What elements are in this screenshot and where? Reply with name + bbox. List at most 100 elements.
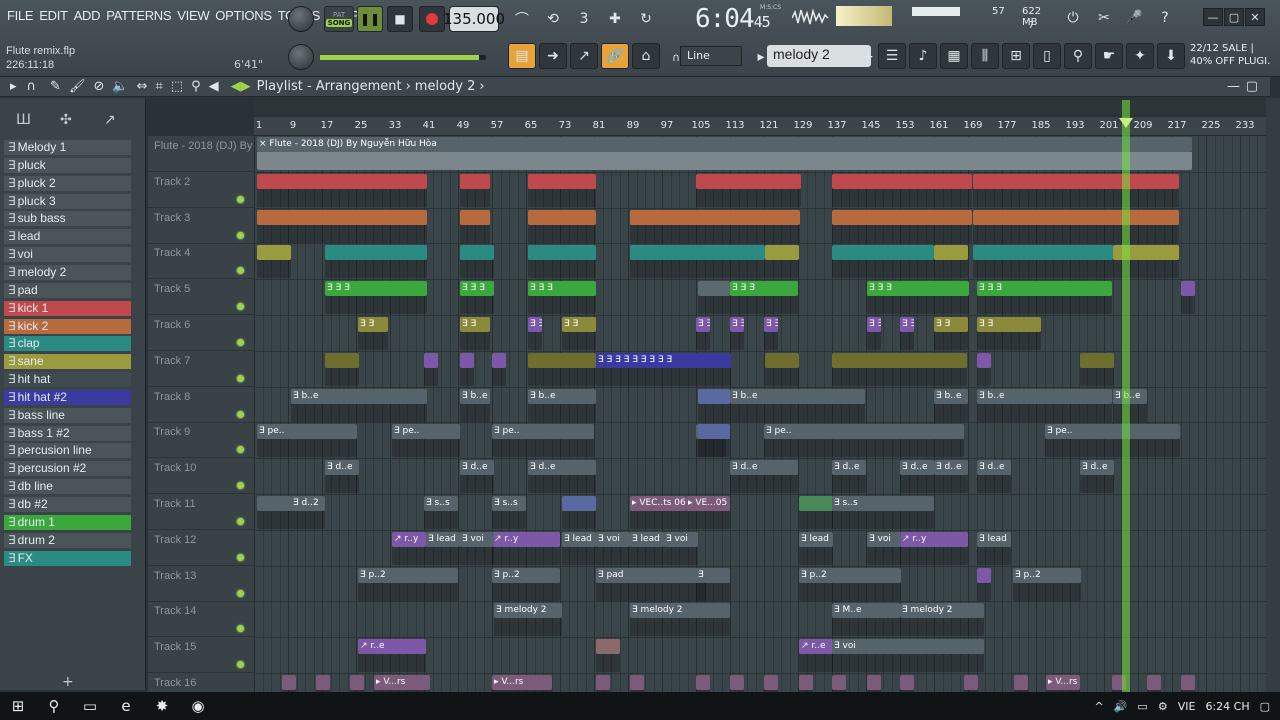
news-panel[interactable]: 22/12 SALE | 40% OFF PLUGI.: [1190, 42, 1270, 68]
db-clip[interactable]: ∃ d..e: [1080, 460, 1114, 476]
download-icon[interactable]: ⬇: [1157, 43, 1185, 69]
kick2-clip[interactable]: [973, 209, 1179, 225]
countdown-icon[interactable]: 3: [572, 7, 596, 31]
clipboard-icon[interactable]: ▯: [1033, 43, 1061, 69]
lead-clip[interactable]: ∃ lead: [562, 531, 596, 547]
perc-clip[interactable]: ∃ pe..: [492, 424, 594, 440]
slip-icon[interactable]: ⇔: [137, 79, 148, 94]
playhead[interactable]: [1122, 100, 1130, 692]
search-icon[interactable]: ⚲: [36, 692, 72, 720]
metronome-icon[interactable]: ⌒: [510, 7, 534, 31]
sane-clip[interactable]: [934, 245, 968, 261]
bass-clip[interactable]: ∃ b..e: [934, 388, 968, 404]
audio-clip[interactable]: ▸ VEC..ts 06: [630, 496, 686, 511]
track-enable-led[interactable]: [237, 482, 244, 490]
pause-button[interactable]: ❚❚: [357, 6, 383, 32]
track-header[interactable]: Track 12: [148, 530, 254, 566]
pattern-item[interactable]: ∃ FX: [4, 550, 131, 566]
battery-icon[interactable]: ▭: [1137, 700, 1147, 713]
pattern-item[interactable]: ∃ db line: [4, 479, 131, 495]
pattern-item[interactable]: ∃ pluck: [4, 157, 131, 173]
lead-clip[interactable]: ∃ lead: [630, 531, 664, 547]
track-enable-led[interactable]: [237, 374, 244, 382]
automation-clip[interactable]: [562, 496, 596, 511]
pluck-clip[interactable]: ∃ p..2: [1013, 567, 1081, 583]
piano-roll-icon[interactable]: ♪: [909, 43, 937, 69]
fx-clip[interactable]: ▸ V...rs: [374, 675, 430, 690]
mixer-icon[interactable]: ⫼: [971, 43, 999, 69]
sane-clip[interactable]: [765, 245, 799, 261]
pluck-clip[interactable]: ∃ p..2: [492, 567, 560, 583]
track-header[interactable]: Track 15: [148, 637, 254, 674]
snap-select[interactable]: Line: [680, 46, 742, 66]
track-enable-led[interactable]: [237, 518, 244, 525]
kick-clip[interactable]: [696, 173, 801, 189]
track-header[interactable]: Track 5: [148, 279, 254, 316]
kick2-clip[interactable]: [257, 209, 427, 225]
minimize-button[interactable]: —: [1203, 8, 1223, 26]
help-icon[interactable]: ?: [1153, 6, 1177, 30]
network-icon[interactable]: ⚙: [1158, 700, 1168, 713]
track-enable-led[interactable]: [237, 410, 244, 418]
pencil-icon[interactable]: ✎: [50, 79, 61, 94]
db-clip[interactable]: ∃ d..e: [977, 460, 1011, 476]
select-icon[interactable]: ⬚: [171, 79, 183, 94]
arrow-icon[interactable]: ▸: [10, 79, 17, 94]
fx-clip[interactable]: [1014, 675, 1028, 690]
brush-icon[interactable]: 🖌: [69, 79, 86, 94]
power-icon[interactable]: ⏻: [1061, 6, 1085, 30]
plugin-icon[interactable]: ⚲: [1064, 43, 1092, 69]
sane-clip[interactable]: [325, 352, 359, 368]
sane-clip[interactable]: [528, 352, 596, 368]
kick2-clip[interactable]: [528, 209, 596, 225]
edge-browser-icon[interactable]: e: [108, 692, 144, 720]
vertical-scrollbar[interactable]: [1266, 98, 1280, 692]
clap-clip[interactable]: [460, 245, 494, 261]
fx-clip[interactable]: ∃ s..s: [832, 496, 934, 511]
hit-clip[interactable]: [424, 352, 438, 368]
notification-icon[interactable]: ▢: [1260, 700, 1270, 713]
clap-clip[interactable]: [630, 245, 765, 261]
kick-clip[interactable]: [832, 173, 972, 189]
melody2-clip[interactable]: ∃ melody 2: [494, 603, 562, 619]
db-clip[interactable]: ∃ d..2: [291, 496, 325, 511]
stop-button[interactable]: ■: [387, 6, 413, 32]
db-clip[interactable]: ∃ d..e: [528, 460, 596, 476]
track-enable-led[interactable]: [237, 589, 244, 597]
delete-icon[interactable]: ⊘: [93, 79, 104, 94]
pluck-clip[interactable]: ∃ p..2: [799, 567, 901, 583]
track-enable-led[interactable]: [237, 303, 244, 311]
lead-clip[interactable]: ∃ voi: [460, 531, 494, 547]
track-header[interactable]: Track 6: [148, 315, 254, 351]
pattern-item[interactable]: ∃ melody 2: [4, 264, 131, 280]
hat-clip[interactable]: ∃ ∃: [358, 317, 388, 332]
hat-clip[interactable]: ∃ ∃: [460, 317, 490, 332]
taskbar-clock[interactable]: 6:24 CH: [1205, 700, 1249, 713]
add-pattern-button[interactable]: +: [62, 674, 74, 690]
fx-clip[interactable]: [282, 675, 296, 690]
hat-clip[interactable]: ∃ ∃: [867, 317, 881, 332]
fx-clip[interactable]: [730, 675, 744, 690]
fx-clip[interactable]: [630, 675, 644, 690]
pattern-item[interactable]: ∃ kick 1: [4, 300, 131, 316]
pattern-item[interactable]: ∃ kick 2: [4, 318, 131, 334]
track-header[interactable]: Track 14: [148, 601, 254, 638]
bass-clip[interactable]: ∃ b..e: [528, 388, 596, 404]
loop-record-icon[interactable]: ↻: [634, 7, 658, 31]
synth-clip[interactable]: ↗ r..e: [358, 639, 426, 655]
tempo-display[interactable]: 135.000: [443, 6, 505, 32]
fx-clip[interactable]: ▸ V...rs: [492, 675, 552, 690]
pattern-item[interactable]: ∃ pluck 3: [4, 193, 131, 209]
menu-file[interactable]: FILE: [4, 8, 36, 23]
pattern-item[interactable]: ∃ hit hat: [4, 372, 131, 388]
pattern-item[interactable]: ∃ sane: [4, 354, 131, 370]
perc-clip[interactable]: ∃ pe..: [392, 424, 460, 440]
hat-clip[interactable]: ∃ ∃: [696, 317, 710, 332]
playlist-button[interactable]: ▤: [508, 43, 536, 69]
hit-clip[interactable]: [977, 567, 991, 583]
drum-clip[interactable]: ∃ ∃ ∃: [325, 281, 427, 297]
kick2-clip[interactable]: [460, 209, 490, 225]
pattern-item[interactable]: ∃ hit hat #2: [4, 389, 131, 405]
kick2-clip[interactable]: [630, 209, 800, 225]
pattern-item[interactable]: ∃ bass line: [4, 407, 131, 423]
